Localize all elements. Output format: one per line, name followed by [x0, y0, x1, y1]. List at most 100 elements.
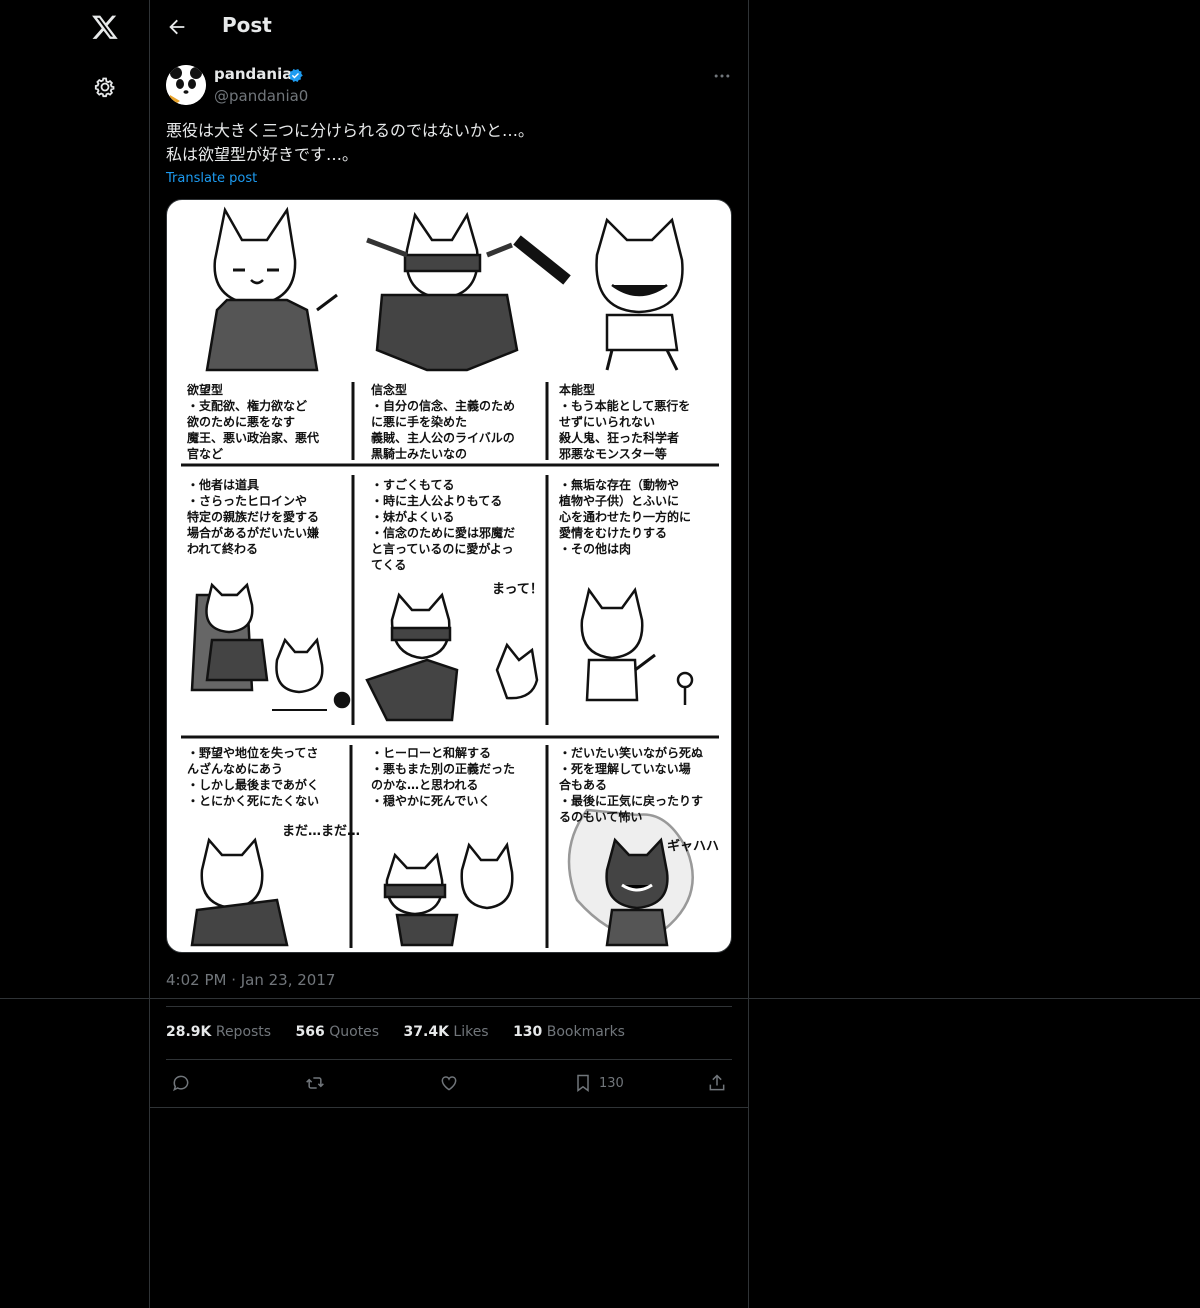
author-display-name[interactable]: pandania — [214, 65, 292, 83]
panel-text-line: 魔王、悪い政治家、悪代 — [187, 431, 320, 445]
panel-text-line: ・妹がよくいる — [371, 510, 455, 524]
panel-text-line: ・穏やかに死んでいく — [371, 794, 491, 808]
panel-text-line: 邪悪なモンスター等 — [559, 447, 667, 461]
verified-badge-icon — [288, 69, 303, 82]
panel-text-line: ・だいたい笑いながら死ぬ — [559, 746, 704, 760]
boss-cat-on-chair-drawing — [190, 582, 351, 711]
panel-text-line: ・最後に正気に戻ったりす — [559, 794, 704, 808]
laughing-monster-cat-drawing — [567, 808, 694, 947]
panel-text-line: ・時に主人公よりもてる — [371, 494, 503, 508]
panel-text-line: ・しかし最後まであがく — [187, 778, 319, 792]
quotes-label: Quotes — [329, 1024, 380, 1040]
panel-text-line: てくる — [371, 558, 407, 572]
panel-text-line: 愛情をむけたりする — [559, 526, 668, 540]
x-logo-icon[interactable] — [91, 13, 119, 41]
comic-illustration — [181, 206, 719, 948]
post-image[interactable]: 欲望型 ・支配欲、権力欲など 欲のために悪をなす 魔王、悪い政治家、悪代 官など… — [166, 199, 732, 953]
panel-text-line: われて終わる — [187, 542, 259, 556]
like-button[interactable] — [439, 1072, 459, 1094]
reply-icon — [173, 1075, 189, 1092]
translate-post-link[interactable]: Translate post — [166, 171, 257, 186]
panel-text-line: のかな…と思われる — [371, 778, 479, 792]
avatar[interactable] — [166, 65, 206, 105]
panel-heading: 信念型 — [371, 383, 408, 397]
sound-effect-text: まって！ — [492, 582, 543, 597]
bookmarks-stat[interactable]: 130 Bookmarks — [513, 1024, 625, 1040]
divider — [0, 998, 1200, 999]
fleeing-knight-cat-drawing — [365, 592, 539, 722]
share-button[interactable] — [707, 1072, 727, 1094]
heart-icon — [441, 1076, 457, 1091]
post-text-line: 悪役は大きく三つに分けられるのではないかと…。 — [166, 121, 535, 140]
likes-stat[interactable]: 37.4K Likes — [404, 1024, 489, 1040]
bookmark-icon — [577, 1074, 589, 1092]
panel-text-line: 欲のために悪をなす — [187, 415, 296, 429]
desperate-cat-drawing — [190, 837, 289, 947]
reposts-label: Reposts — [215, 1024, 272, 1040]
panel-heading: 欲望型 — [187, 383, 224, 397]
panel-text-line: ・死を理解していない場 — [559, 762, 691, 776]
back-arrow-icon[interactable] — [166, 16, 188, 38]
bookmark-button[interactable]: 130 — [573, 1072, 624, 1094]
panel-text-line: 場合があるがだいたい嫌 — [187, 526, 320, 540]
reposts-stat[interactable]: 28.9K Reposts — [166, 1024, 271, 1040]
panel-text-line: ・とにかく死にたくない — [187, 794, 320, 808]
panel-text-line: ・もう本能として悪行を — [559, 399, 691, 413]
settings-gear-icon[interactable] — [93, 75, 117, 99]
sound-effect-text: まだ…まだ… — [282, 824, 361, 839]
repost-icon — [306, 1077, 324, 1089]
bookmark-count: 130 — [599, 1075, 624, 1091]
panel-text-line: ・悪もまた別の正義だった — [371, 762, 516, 776]
reposts-count: 28.9K — [166, 1024, 212, 1040]
panel-text-line: ・無垢な存在（動物や — [559, 478, 680, 492]
panel-text-line: 特定の親族だけを愛する — [187, 510, 320, 524]
panel-text-line: ・信念のために愛は邪魔だ — [371, 526, 516, 540]
panel-text-line: と言っているのに愛がよっ — [371, 542, 514, 556]
engagement-stats: 28.9K Reposts 566 Quotes 37.4K Likes 130… — [166, 1024, 645, 1040]
panel-text-line: 黒騎士みたいなの — [371, 447, 468, 461]
panel-text-line: 合もある — [559, 778, 608, 792]
panda-avatar-icon — [166, 65, 206, 105]
repost-button[interactable] — [305, 1072, 325, 1094]
reconciled-cats-drawing — [383, 841, 514, 947]
panel-text-line: 義賊、主人公のライバルの — [371, 431, 515, 445]
action-bar: 130 — [150, 1060, 748, 1108]
panel-text-line: ・他者は道具 — [187, 478, 260, 492]
masked-cat-drawing — [366, 211, 519, 372]
left-nav-rail — [0, 0, 150, 1308]
post-column: Post pandania @pandania0 悪役は大きく三つに分けられるの… — [150, 0, 749, 1308]
panel-text-line: るのもいて怖い — [559, 810, 643, 824]
panel-text-line: せずにいられない — [559, 415, 656, 429]
likes-label: Likes — [453, 1024, 489, 1040]
divider — [166, 1006, 732, 1007]
panel-text-line: 殺人鬼、狂った科学者 — [559, 431, 680, 445]
panel-text-line: ・支配欲、権力欲など — [187, 399, 308, 413]
panel-text-line: んざんなめにあう — [187, 762, 284, 776]
quotes-count: 566 — [295, 1024, 325, 1040]
sound-effect-text: ギャハハ — [667, 839, 720, 854]
cat-in-suit-drawing — [205, 206, 338, 372]
quotes-stat[interactable]: 566 Quotes — [296, 1024, 380, 1040]
more-options-icon[interactable] — [712, 66, 732, 86]
panel-text-line: 植物や子供）とふいに — [559, 494, 680, 508]
bookmarks-count: 130 — [513, 1024, 543, 1040]
bookmarks-label: Bookmarks — [546, 1024, 625, 1040]
author-handle[interactable]: @pandania0 — [214, 87, 308, 105]
panel-text-line: 心を通わせたり一方的に — [559, 510, 692, 524]
reply-button[interactable] — [171, 1072, 191, 1094]
chainsaw-cat-drawing — [513, 217, 684, 371]
knife-cat-with-flower-drawing — [580, 587, 694, 705]
post-text-line: 私は欲望型が好きです…。 — [166, 145, 359, 164]
post-header: Post — [150, 0, 748, 54]
panel-text-line: ・野望や地位を失ってさ — [187, 746, 319, 760]
panel-text-line: ・すごくもてる — [371, 478, 455, 492]
page-title: Post — [222, 13, 272, 37]
panel-text-line: ・さらったヒロインや — [187, 494, 308, 508]
panel-text-line: ・その他は肉 — [559, 542, 632, 556]
post-timestamp[interactable]: 4:02 PM · Jan 23, 2017 — [166, 971, 335, 989]
panel-text-line: ・ヒーローと和解する — [371, 746, 492, 760]
share-icon — [709, 1074, 725, 1091]
panel-text-line: 官など — [187, 447, 224, 461]
panel-text-line: ・自分の信念、主義のため — [371, 399, 516, 413]
panel-text-line: に悪に手を染めた — [371, 415, 468, 429]
